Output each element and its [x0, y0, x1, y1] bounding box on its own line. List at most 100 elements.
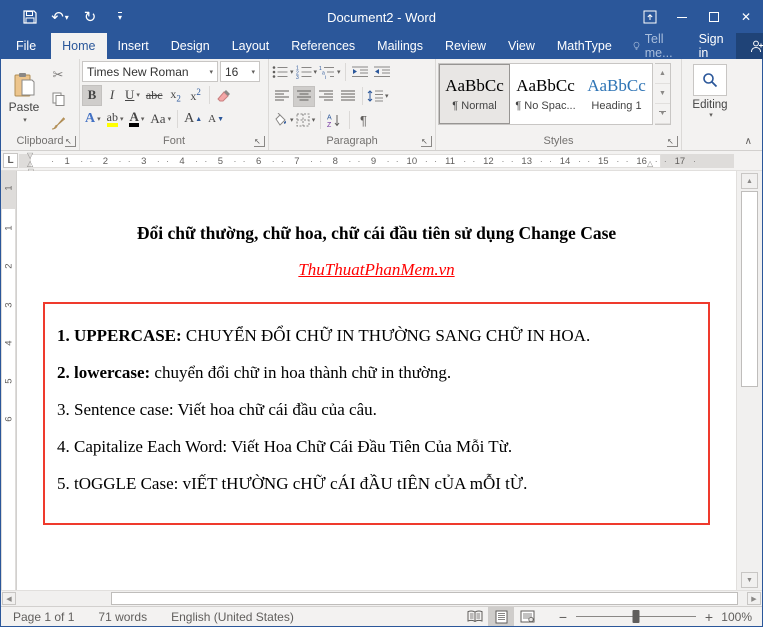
- bold-button[interactable]: B: [82, 84, 102, 106]
- clear-formatting-button[interactable]: [213, 85, 235, 106]
- right-indent-marker[interactable]: △: [647, 160, 653, 168]
- shrink-font-button[interactable]: A ▼: [205, 109, 227, 130]
- cut-button[interactable]: ✂: [47, 65, 69, 85]
- grow-font-button[interactable]: A ▲: [181, 109, 205, 130]
- clipboard-dialog-launcher-icon[interactable]: ↘: [65, 136, 76, 147]
- styles-scroll-down-icon[interactable]: ▼: [655, 84, 670, 104]
- tab-layout[interactable]: Layout: [221, 33, 281, 59]
- styles-scroll-up-icon[interactable]: ▲: [655, 64, 670, 84]
- strikethrough-button[interactable]: abc: [143, 85, 166, 106]
- align-center-button[interactable]: [293, 85, 315, 107]
- tab-home[interactable]: Home: [51, 33, 107, 59]
- change-case-dropdown-icon[interactable]: ▾: [168, 115, 172, 123]
- highlight-dropdown-icon[interactable]: ▾: [120, 115, 124, 123]
- minimize-button[interactable]: [666, 1, 698, 33]
- align-right-button[interactable]: [315, 86, 337, 107]
- multilevel-dropdown-icon[interactable]: ▾: [337, 68, 341, 76]
- zoom-slider-thumb[interactable]: [632, 610, 640, 623]
- subscript-button[interactable]: x2: [166, 85, 186, 106]
- editing-button[interactable]: [693, 64, 727, 96]
- word-count-status[interactable]: 71 words: [86, 610, 159, 624]
- sort-button[interactable]: AZ: [324, 110, 346, 131]
- bullets-button[interactable]: ▾: [271, 62, 295, 83]
- scroll-down-icon[interactable]: ▼: [741, 572, 758, 588]
- increase-indent-button[interactable]: [371, 62, 393, 83]
- line-spacing-button[interactable]: ▾: [366, 86, 390, 107]
- scroll-left-icon[interactable]: ◀: [2, 592, 16, 605]
- document-page[interactable]: Đổi chữ thường, chữ hoa, chữ cái đầu tiê…: [16, 171, 736, 590]
- tell-me-box[interactable]: Tell me...: [623, 32, 687, 60]
- tab-mathtype[interactable]: MathType: [546, 33, 623, 59]
- decrease-indent-button[interactable]: [349, 62, 371, 83]
- styles-more-icon[interactable]: ▼: [655, 104, 670, 124]
- font-color-dropdown-icon[interactable]: ▾: [141, 115, 145, 123]
- paste-dropdown-icon[interactable]: ▾: [23, 116, 27, 124]
- sign-in-button[interactable]: Sign in: [687, 32, 736, 60]
- customize-qat-button[interactable]: ▾: [105, 3, 135, 31]
- font-family-combobox[interactable]: Times New Roman ▾: [82, 61, 218, 82]
- italic-button[interactable]: I: [102, 85, 122, 106]
- print-layout-button[interactable]: [488, 607, 514, 626]
- share-button[interactable]: Share: [735, 33, 763, 59]
- numbering-dropdown-icon[interactable]: ▾: [314, 68, 318, 76]
- horizontal-ruler[interactable]: 1234567891011121314151617 ▽ △ ▭ △: [19, 152, 734, 174]
- justify-button[interactable]: [337, 86, 359, 107]
- font-family-dropdown-icon[interactable]: ▾: [205, 68, 213, 76]
- style-no-spacing[interactable]: AaBbCc ¶ No Spac...: [510, 64, 581, 124]
- style-normal[interactable]: AaBbCc ¶ Normal: [439, 64, 510, 124]
- undo-button[interactable]: ↶ ▾: [45, 3, 75, 31]
- horizontal-scrollbar[interactable]: ◀ ▶: [1, 590, 762, 606]
- multilevel-list-button[interactable]: 1ai ▾: [318, 62, 342, 83]
- style-heading1[interactable]: AaBbCc Heading 1: [581, 64, 652, 124]
- shading-button[interactable]: ▾: [271, 110, 295, 131]
- close-button[interactable]: ✕: [730, 1, 762, 33]
- vertical-scrollbar[interactable]: ▲ ▼: [736, 171, 762, 590]
- undo-dropdown-icon[interactable]: ▾: [65, 13, 69, 22]
- underline-dropdown-icon[interactable]: ▾: [136, 91, 140, 99]
- scroll-right-icon[interactable]: ▶: [747, 592, 761, 605]
- read-mode-button[interactable]: [462, 607, 488, 626]
- zoom-in-button[interactable]: +: [700, 609, 718, 625]
- borders-dropdown-icon[interactable]: ▾: [312, 116, 316, 124]
- format-painter-button[interactable]: [47, 113, 69, 133]
- tab-insert[interactable]: Insert: [107, 33, 160, 59]
- tab-review[interactable]: Review: [434, 33, 497, 59]
- text-effects-dropdown-icon[interactable]: ▾: [97, 115, 101, 123]
- vertical-ruler[interactable]: 1 123456: [1, 171, 16, 590]
- line-spacing-dropdown-icon[interactable]: ▾: [385, 92, 389, 100]
- tab-references[interactable]: References: [280, 33, 366, 59]
- document-link[interactable]: ThuThuatPhanMem.vn: [17, 260, 736, 280]
- redo-button[interactable]: ↻: [75, 3, 105, 31]
- underline-button[interactable]: U ▾: [122, 85, 143, 106]
- font-size-combobox[interactable]: 16 ▾: [220, 61, 260, 82]
- tab-view[interactable]: View: [497, 33, 546, 59]
- tab-selector[interactable]: L: [3, 153, 18, 168]
- ribbon-display-options-button[interactable]: [634, 1, 666, 33]
- maximize-button[interactable]: [698, 1, 730, 33]
- scroll-up-icon[interactable]: ▲: [741, 173, 758, 189]
- zoom-out-button[interactable]: −: [554, 609, 572, 625]
- shading-dropdown-icon[interactable]: ▾: [290, 116, 294, 124]
- collapse-ribbon-icon[interactable]: ∧: [745, 136, 752, 147]
- web-layout-button[interactable]: [514, 607, 540, 626]
- zoom-slider[interactable]: [576, 610, 696, 623]
- highlight-color-button[interactable]: ab ▾: [104, 109, 127, 130]
- show-hide-pilcrow-button[interactable]: ¶: [353, 110, 375, 131]
- tab-file[interactable]: File: [1, 33, 51, 59]
- font-dialog-launcher-icon[interactable]: ↘: [254, 136, 265, 147]
- paste-button[interactable]: Paste ▾: [3, 61, 45, 134]
- page-count-status[interactable]: Page 1 of 1: [1, 610, 86, 624]
- zoom-percent-label[interactable]: 100%: [718, 610, 762, 624]
- horizontal-scroll-thumb[interactable]: [111, 592, 738, 605]
- font-color-button[interactable]: A ▾: [126, 109, 147, 130]
- superscript-button[interactable]: x2: [186, 85, 206, 106]
- font-size-dropdown-icon[interactable]: ▾: [247, 68, 255, 76]
- borders-button[interactable]: ▾: [295, 110, 317, 131]
- editing-dropdown-icon[interactable]: ▾: [709, 111, 713, 119]
- copy-button[interactable]: [47, 89, 69, 109]
- vertical-scroll-thumb[interactable]: [741, 191, 758, 387]
- text-effects-button[interactable]: A ▾: [82, 109, 104, 130]
- bullets-dropdown-icon[interactable]: ▾: [290, 68, 294, 76]
- tab-design[interactable]: Design: [160, 33, 221, 59]
- language-status[interactable]: English (United States): [159, 610, 306, 624]
